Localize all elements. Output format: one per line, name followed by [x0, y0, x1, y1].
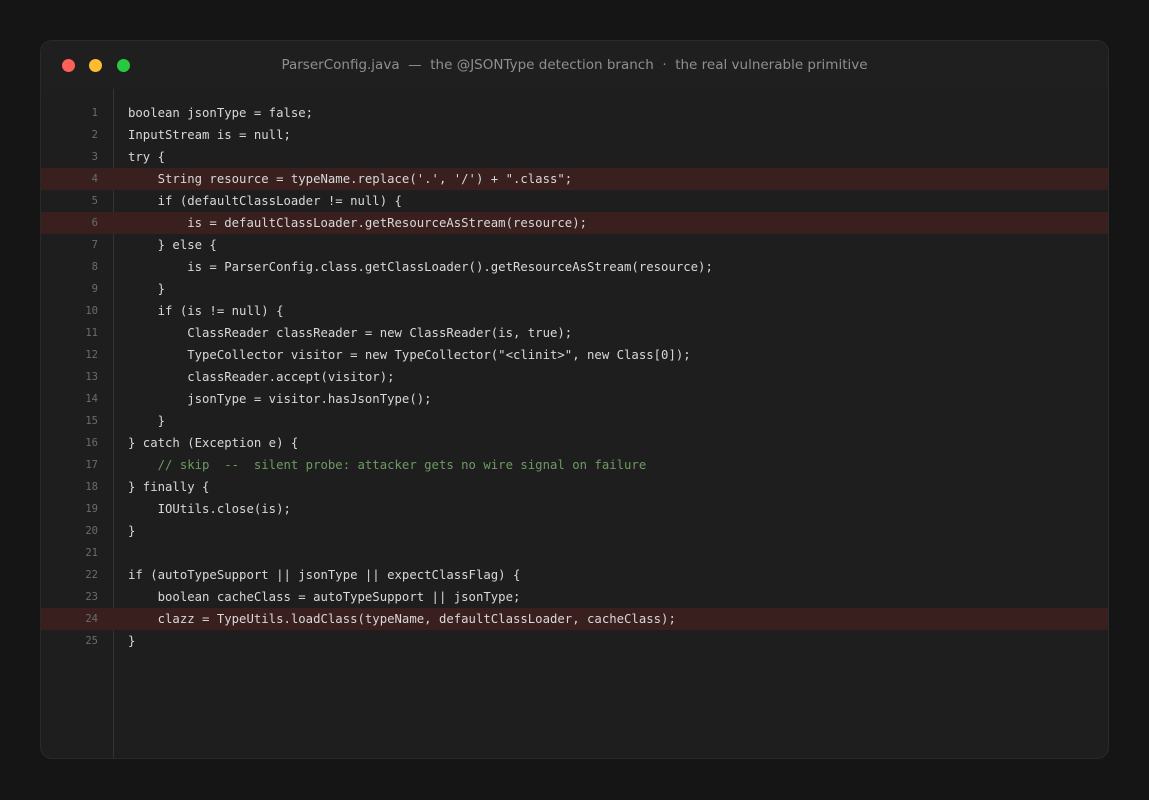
- line-number: 2: [91, 129, 98, 141]
- line-number: 7: [91, 239, 98, 251]
- line-number: 9: [91, 283, 98, 295]
- code-line: 19 IOUtils.close(is);: [41, 498, 1108, 520]
- code-text: }: [128, 414, 166, 428]
- code-line: 21: [41, 542, 1108, 564]
- code-text: TypeCollector visitor = new TypeCollecto…: [128, 348, 691, 362]
- line-number: 1: [91, 107, 98, 119]
- code-line: 5 if (defaultClassLoader != null) {: [41, 190, 1108, 212]
- code-text: try {: [128, 150, 166, 164]
- line-number: 14: [85, 393, 98, 405]
- code-line: 14 jsonType = visitor.hasJsonType();: [41, 388, 1108, 410]
- code-text: }: [128, 634, 136, 648]
- code-line: 10 if (is != null) {: [41, 300, 1108, 322]
- code-text: boolean jsonType = false;: [128, 106, 314, 120]
- code-text: jsonType = visitor.hasJsonType();: [128, 392, 432, 406]
- code-text: if (is != null) {: [128, 304, 284, 318]
- code-line: 25}: [41, 630, 1108, 652]
- code-line: 11 ClassReader classReader = new ClassRe…: [41, 322, 1108, 344]
- window-title: ParserConfig.java — the @JSONType detect…: [281, 57, 868, 73]
- code-text: }: [128, 282, 166, 296]
- code-line: 8 is = ParserConfig.class.getClassLoader…: [41, 256, 1108, 278]
- code-text: IOUtils.close(is);: [128, 502, 291, 516]
- code-line-highlighted: 24 clazz = TypeUtils.loadClass(typeName,…: [41, 608, 1108, 630]
- title-bar: ParserConfig.java — the @JSONType detect…: [41, 41, 1108, 89]
- code-text: clazz = TypeUtils.loadClass(typeName, de…: [128, 612, 676, 626]
- line-number: 16: [85, 437, 98, 449]
- code-line: 7 } else {: [41, 234, 1108, 256]
- line-number: 6: [91, 217, 98, 229]
- code-line: 15 }: [41, 410, 1108, 432]
- code-text: is = ParserConfig.class.getClassLoader()…: [128, 260, 713, 274]
- code-window: ParserConfig.java — the @JSONType detect…: [40, 40, 1109, 759]
- code-line: 17 // skip -- silent probe: attacker get…: [41, 454, 1108, 476]
- code-text: } else {: [128, 238, 217, 252]
- line-number: 5: [91, 195, 98, 207]
- code-text: }: [128, 524, 136, 538]
- line-number: 12: [85, 349, 98, 361]
- code-text: } catch (Exception e) {: [128, 436, 299, 450]
- line-number: 15: [85, 415, 98, 427]
- line-number: 18: [85, 481, 98, 493]
- code-text: InputStream is = null;: [128, 128, 291, 142]
- code-line: 3 try {: [41, 146, 1108, 168]
- line-number: 17: [85, 459, 98, 471]
- code-line-highlighted: 4 String resource = typeName.replace('.'…: [41, 168, 1108, 190]
- code-line: 23 boolean cacheClass = autoTypeSupport …: [41, 586, 1108, 608]
- code-line: 16 } catch (Exception e) {: [41, 432, 1108, 454]
- code-lines: 1 boolean jsonType = false; 2 InputStream i…: [41, 102, 1108, 652]
- code-line: 22 if (autoTypeSupport || jsonType || exp…: [41, 564, 1108, 586]
- line-number: 22: [85, 569, 98, 581]
- line-number: 13: [85, 371, 98, 383]
- code-editor[interactable]: 1 boolean jsonType = false; 2 InputStream i…: [41, 89, 1108, 758]
- line-number: 23: [85, 591, 98, 603]
- code-text: ClassReader classReader = new ClassReade…: [128, 326, 573, 340]
- code-line: 2 InputStream is = null;: [41, 124, 1108, 146]
- code-line: 12 TypeCollector visitor = new TypeColle…: [41, 344, 1108, 366]
- line-number: 8: [91, 261, 98, 273]
- line-number: 10: [85, 305, 98, 317]
- line-number: 24: [85, 613, 98, 625]
- line-number: 20: [85, 525, 98, 537]
- code-line: 13 classReader.accept(visitor);: [41, 366, 1108, 388]
- code-text: if (defaultClassLoader != null) {: [128, 194, 402, 208]
- line-number: 25: [85, 635, 98, 647]
- code-line: 20}: [41, 520, 1108, 542]
- code-line-highlighted: 6 is = defaultClassLoader.getResourceAsS…: [41, 212, 1108, 234]
- line-number: 3: [91, 151, 98, 163]
- code-text: String resource = typeName.replace('.', …: [128, 172, 573, 186]
- code-text: classReader.accept(visitor);: [128, 370, 395, 384]
- code-line: 18 } finally {: [41, 476, 1108, 498]
- code-line: 9 }: [41, 278, 1108, 300]
- code-text: is = defaultClassLoader.getResourceAsStr…: [128, 216, 588, 230]
- line-number: 19: [85, 503, 98, 515]
- code-text: if (autoTypeSupport || jsonType || expec…: [128, 568, 521, 582]
- line-number: 11: [85, 327, 98, 339]
- code-text: } finally {: [128, 480, 210, 494]
- line-number: 21: [85, 547, 98, 559]
- code-text: boolean cacheClass = autoTypeSupport || …: [128, 590, 521, 604]
- code-comment: // skip -- silent probe: attacker gets n…: [128, 458, 647, 472]
- code-line: 1 boolean jsonType = false;: [41, 102, 1108, 124]
- line-number: 4: [91, 173, 98, 185]
